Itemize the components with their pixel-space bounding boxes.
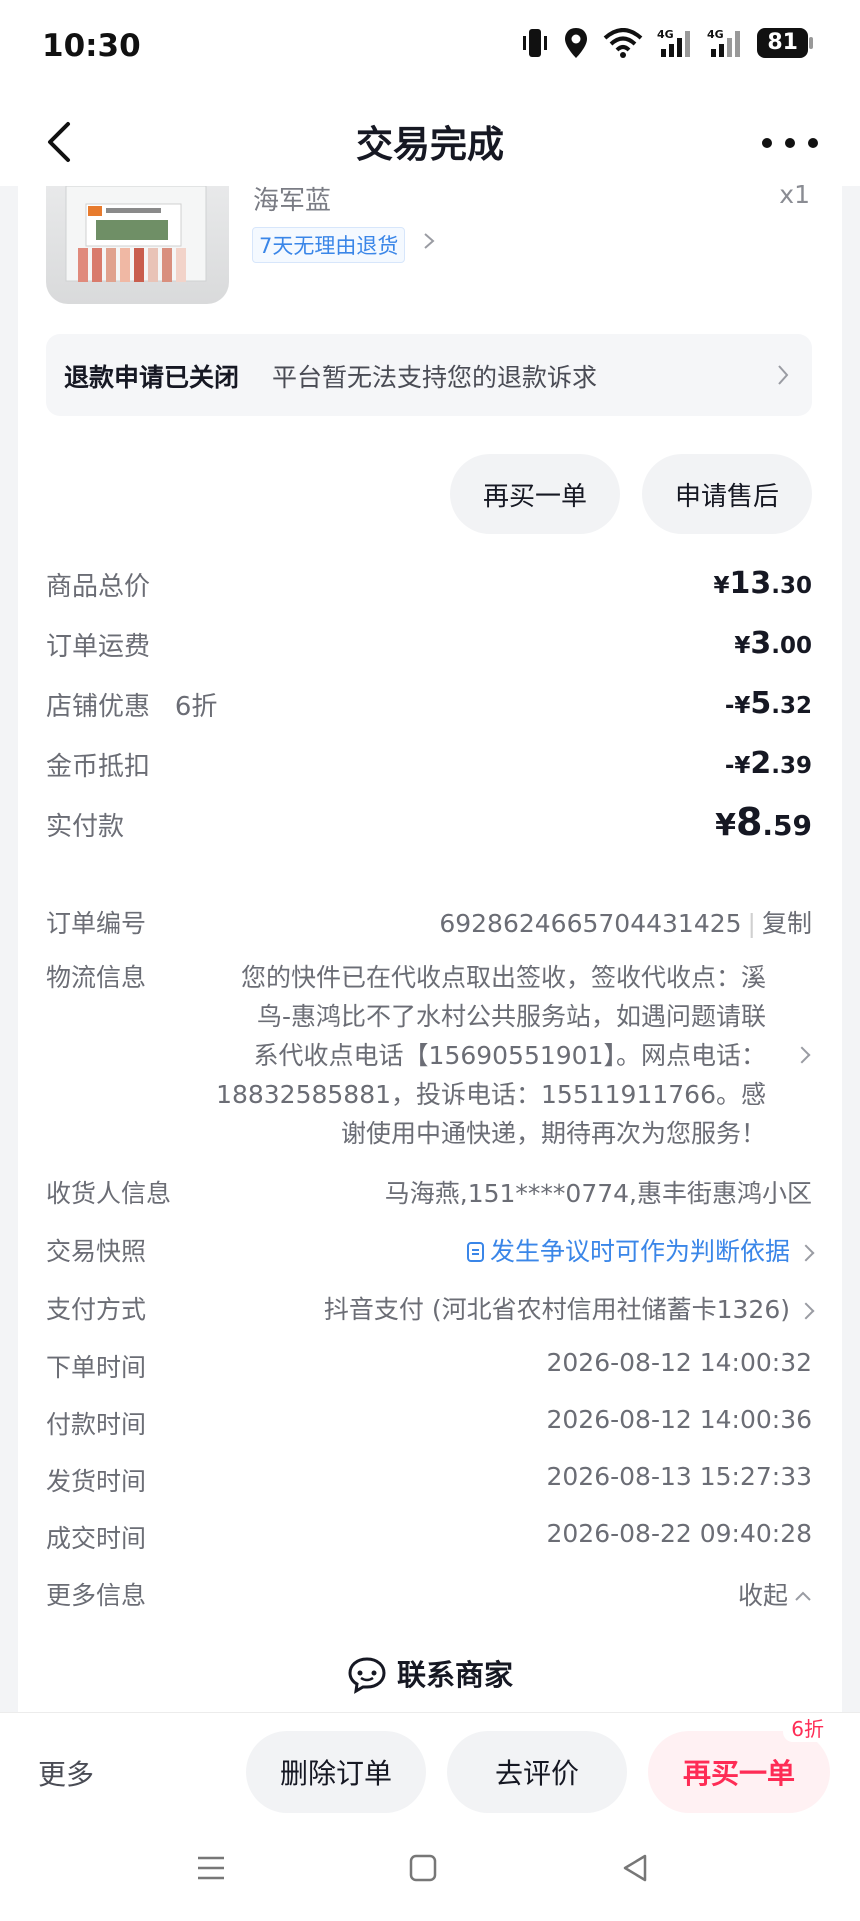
location-icon (565, 28, 588, 58)
after-sale-button[interactable]: 申请售后 (642, 454, 812, 534)
buy-again-button[interactable]: 再买一单 (450, 454, 620, 534)
back-nav-icon[interactable] (620, 1853, 650, 1883)
copy-button[interactable]: 复制 (762, 909, 812, 938)
price-label: 订单运费 (46, 632, 151, 662)
dot-icon (808, 138, 818, 148)
battery-indicator: 81 (757, 28, 813, 58)
more-info-label: 更多信息 (46, 1581, 147, 1610)
time-label: 付款时间 (46, 1410, 147, 1439)
status-time: 10:30 (42, 28, 141, 64)
collapse-button[interactable]: 收起 (738, 1576, 812, 1612)
price-value: -¥5.32 (724, 686, 812, 721)
product-variant: 海军蓝 (253, 186, 332, 216)
home-nav-icon[interactable] (408, 1853, 438, 1883)
time-label: 成交时间 (46, 1524, 147, 1553)
order-number: 6928624665704431425 (439, 909, 742, 938)
nav-header: 交易完成 (0, 100, 860, 186)
product-quantity: x1 (779, 180, 810, 209)
order-number-label: 订单编号 (46, 909, 147, 938)
discount-rate: 6折 (174, 692, 218, 722)
snapshot-link: 发生争议时可作为判断依据 (489, 1237, 790, 1266)
page-title: 交易完成 (356, 123, 504, 166)
price-label: 商品总价 (46, 572, 151, 602)
buy-again-primary-button[interactable]: 再买一单 (648, 1731, 830, 1813)
chevron-right-icon (778, 365, 789, 385)
chat-icon (348, 1657, 386, 1694)
contact-merchant-button[interactable]: 联系商家 (0, 1652, 860, 1694)
time-value: 2026-08-13 15:27:33 (546, 1462, 812, 1491)
delete-order-button[interactable]: 删除订单 (246, 1731, 426, 1813)
svg-text:4G: 4G (707, 28, 724, 41)
more-options-button[interactable] (762, 118, 818, 168)
time-label: 下单时间 (46, 1353, 147, 1382)
payment-label: 支付方式 (46, 1295, 147, 1324)
more-button[interactable]: 更多 (38, 1753, 94, 1793)
price-label: 店铺优惠 6折 (46, 692, 218, 722)
dot-icon (762, 138, 772, 148)
menu-nav-icon[interactable] (196, 1853, 226, 1883)
chevron-right-icon (797, 1244, 815, 1262)
time-value: 2026-08-12 14:00:36 (546, 1405, 812, 1434)
refund-status-banner[interactable]: 退款申请已关闭 平台暂无法支持您的退款诉求 (46, 334, 812, 416)
marker-set-image (65, 186, 207, 282)
price-value: -¥2.39 (724, 746, 812, 781)
chevron-right-icon (424, 233, 435, 249)
receiver-info: 马海燕,151****0774,惠丰街惠鸿小区 (384, 1179, 812, 1208)
chevron-right-icon (786, 1044, 811, 1063)
document-icon (466, 1242, 484, 1262)
payment-method: 抖音支付 (河北省农村信用社储蓄卡1326) (323, 1295, 790, 1324)
bottom-action-bar: 更多 删除订单 去评价 再买一单 6折 (0, 1712, 860, 1921)
paid-value: ¥8.59 (715, 800, 812, 844)
vibrate-icon (523, 29, 548, 57)
time-value: 2026-08-22 09:40:28 (546, 1519, 812, 1548)
time-value: 2026-08-12 14:00:32 (546, 1348, 812, 1377)
paid-label: 实付款 (46, 812, 125, 842)
discount-badge: 6折 (783, 1713, 832, 1742)
logistics-row[interactable]: 物流信息 您的快件已在代收点取出签收，签收代收点：溪 鸟-惠鸿比不了水村公共服务… (46, 958, 812, 1150)
price-value: ¥13.30 (713, 566, 812, 601)
product-image[interactable] (46, 186, 229, 304)
chevron-right-icon (797, 1302, 815, 1320)
signal-4g-icon-2: 4G (707, 28, 741, 57)
refund-status: 退款申请已关闭 (64, 363, 240, 392)
chevron-up-icon (795, 1591, 811, 1601)
status-icons: 4G 4G 81 (521, 26, 813, 60)
logistics-label: 物流信息 (46, 963, 147, 992)
signal-4g-icon: 4G (657, 28, 691, 57)
refund-reason: 平台暂无法支持您的退款诉求 (272, 363, 598, 392)
logistics-info: 您的快件已在代收点取出签收，签收代收点：溪 鸟-惠鸿比不了水村公共服务站，如遇问… (216, 963, 766, 1148)
dot-icon (785, 138, 795, 148)
time-label: 发货时间 (46, 1467, 147, 1496)
price-value: ¥3.00 (734, 626, 812, 661)
status-bar: 10:30 4G 4G 81 (0, 0, 860, 100)
receiver-label: 收货人信息 (46, 1179, 172, 1208)
wifi-icon (604, 28, 643, 58)
price-label: 金币抵扣 (46, 752, 151, 782)
review-button[interactable]: 去评价 (447, 1731, 627, 1813)
return-policy-tag[interactable]: 7天无理由退货 (252, 227, 406, 263)
snapshot-label: 交易快照 (46, 1237, 147, 1266)
svg-text:4G: 4G (657, 28, 674, 41)
